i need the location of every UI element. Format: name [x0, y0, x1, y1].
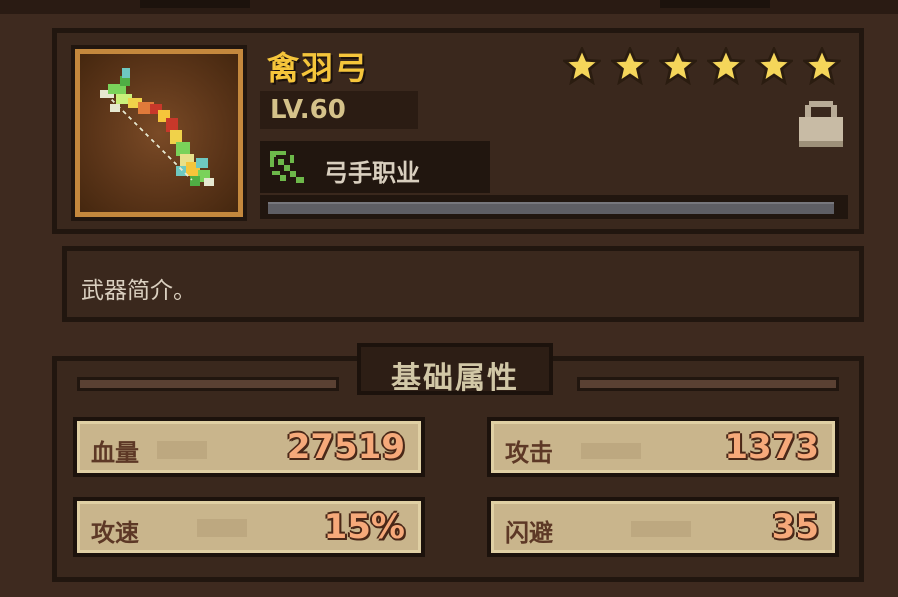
cell-texture: [157, 441, 207, 459]
xp-bar-fill: [268, 202, 834, 214]
stat-attack-speed: 攻速 15%: [73, 497, 425, 557]
header-rule-left: [77, 377, 339, 391]
stat-label: 闪避: [505, 519, 553, 547]
lock-icon[interactable]: [797, 97, 845, 151]
item-level: LV.60: [270, 95, 346, 125]
stat-attack: 攻击 1373: [487, 417, 839, 477]
stat-value: 1373: [724, 427, 819, 467]
bow-class-icon: [270, 151, 304, 183]
stat-label: 攻速: [91, 519, 139, 547]
stats-title: 基础属性: [391, 361, 519, 396]
frame-notch: [660, 0, 770, 8]
star-icon: [707, 47, 745, 85]
cell-texture: [197, 519, 247, 537]
item-card: 禽羽弓 LV.60 弓手职业: [52, 28, 864, 234]
item-description: 武器简介。: [81, 278, 196, 304]
level-badge: LV.60: [260, 91, 418, 129]
star-icon: [755, 47, 793, 85]
description-panel: 武器简介。: [62, 246, 864, 322]
bow-icon: [100, 68, 214, 186]
frame-notch: [140, 0, 250, 8]
xp-bar: [260, 195, 848, 219]
stat-value: 27519: [286, 427, 405, 467]
cell-texture: [581, 443, 641, 459]
stats-panel: 基础属性 血量 27519 攻击 1373 攻速 15% 闪避 35: [52, 343, 864, 582]
item-name: 禽羽弓: [267, 49, 370, 87]
stat-label: 血量: [91, 439, 139, 467]
star-icon: [563, 47, 601, 85]
cell-texture: [631, 521, 691, 537]
top-frame: [0, 0, 898, 14]
class-tag: 弓手职业: [260, 141, 490, 193]
stat-hp: 血量 27519: [73, 417, 425, 477]
stat-value: 15%: [323, 507, 405, 547]
stats-header: 基础属性: [357, 343, 553, 396]
stat-dodge: 闪避 35: [487, 497, 839, 557]
star-rating: [563, 47, 841, 85]
item-icon-frame[interactable]: [75, 49, 243, 217]
star-icon: [611, 47, 649, 85]
class-label: 弓手职业: [324, 159, 420, 187]
stat-label: 攻击: [505, 439, 553, 467]
star-icon: [803, 47, 841, 85]
stat-value: 35: [771, 507, 819, 547]
header-rule-right: [577, 377, 839, 391]
star-icon: [659, 47, 697, 85]
